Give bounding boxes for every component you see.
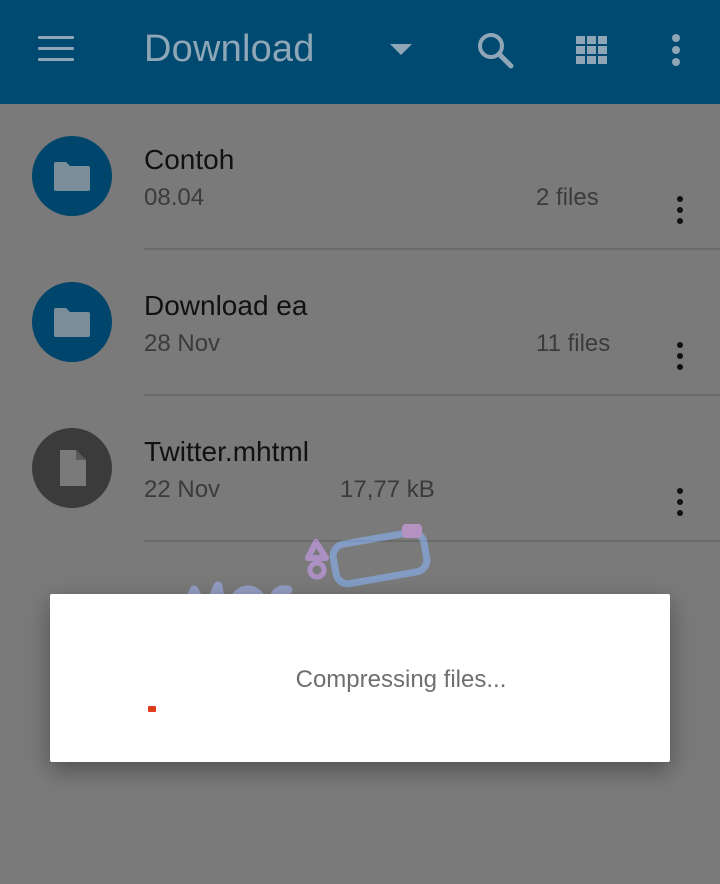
progress-dialog: Compressing files...: [50, 594, 670, 762]
item-date: 22 Nov: [144, 476, 221, 503]
search-icon[interactable]: [470, 26, 518, 74]
progress-spinner: [148, 706, 156, 712]
item-date: 08.04: [144, 184, 205, 211]
item-more-icon[interactable]: [662, 480, 698, 524]
item-date: 28 Nov: [144, 330, 221, 357]
page-title: Download: [144, 28, 315, 70]
item-name: Download ea: [144, 290, 308, 321]
dialog-message: Compressing files...: [295, 666, 507, 693]
menu-icon[interactable]: [36, 34, 76, 64]
app-bar: Download: [0, 0, 720, 104]
list-item[interactable]: Download ea 28 Nov 11 files: [0, 250, 720, 396]
item-file-count: 11 files: [536, 330, 611, 357]
item-more-icon[interactable]: [662, 334, 698, 378]
more-vert-icon[interactable]: [652, 26, 700, 74]
dropdown-arrow-icon[interactable]: [386, 38, 416, 62]
item-name: Contoh: [144, 144, 235, 175]
item-more-icon[interactable]: [662, 188, 698, 232]
grid-view-icon[interactable]: [568, 26, 616, 74]
item-file-count: 2 files: [536, 184, 599, 211]
folder-icon: [32, 282, 112, 362]
file-icon: [32, 428, 112, 508]
folder-icon: [32, 136, 112, 216]
item-file-size: 17,77 kB: [340, 476, 435, 503]
list-item[interactable]: Contoh 08.04 2 files: [0, 104, 720, 250]
file-list: Contoh 08.04 2 files Download ea 28 Nov …: [0, 104, 720, 542]
item-name: Twitter.mhtml: [144, 436, 309, 467]
